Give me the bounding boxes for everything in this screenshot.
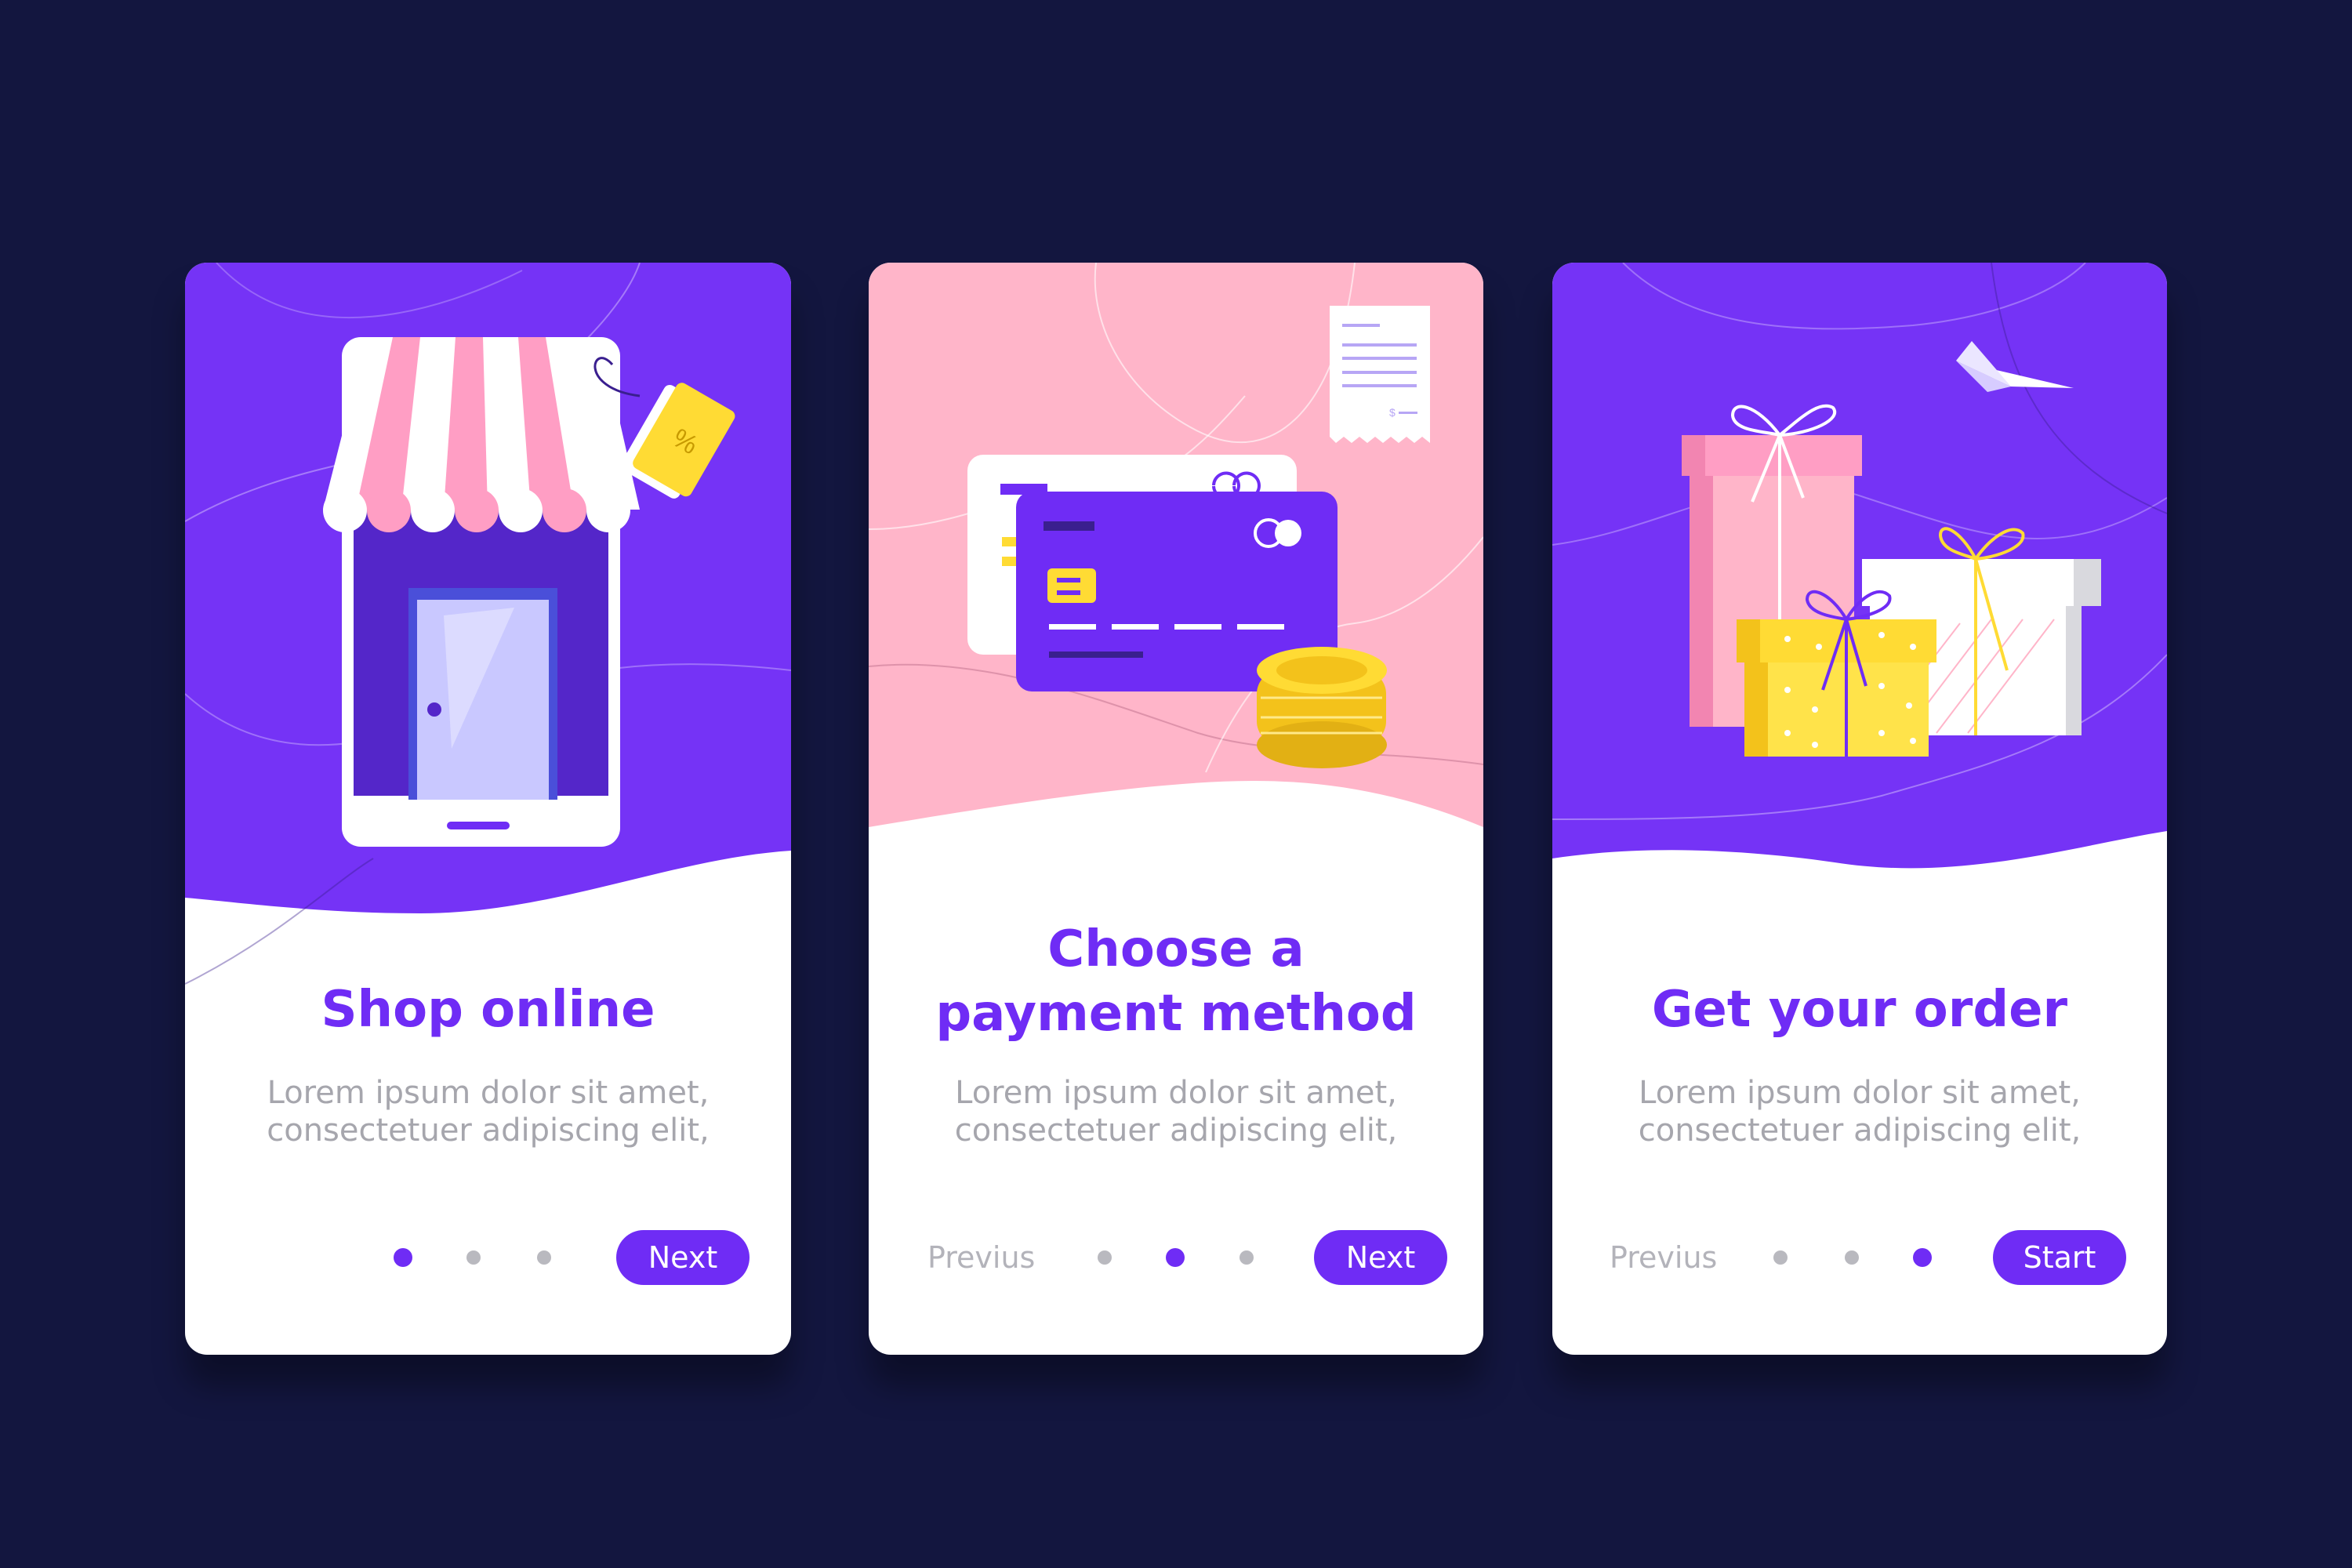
description-text: Lorem ipsum dolor sit amet, consectetuer… — [954, 1075, 1398, 1149]
onboarding-card-shop-online: % Shop online Lorem ipsum dolor sit amet… — [185, 263, 791, 1355]
onboarding-card-payment: $ Choose a payment method Lorem ipsum do… — [869, 263, 1483, 1355]
page-dot[interactable] — [1773, 1250, 1788, 1265]
page-dot-active[interactable] — [1166, 1248, 1185, 1267]
start-button[interactable]: Start — [1993, 1230, 2126, 1285]
hero-background — [1552, 263, 2167, 869]
hero-background: $ — [869, 263, 1483, 827]
page-dot[interactable] — [1240, 1250, 1254, 1265]
page-dot[interactable] — [537, 1250, 551, 1265]
page-dot[interactable] — [466, 1250, 481, 1265]
page-dot-active[interactable] — [1913, 1248, 1932, 1267]
receipt-icon: $ — [1330, 306, 1430, 443]
hero-background: % — [185, 263, 791, 985]
page-dot[interactable] — [1845, 1250, 1859, 1265]
coins-icon — [1257, 647, 1387, 768]
page-title: Shop online — [321, 981, 655, 1039]
page-title: Get your order — [1651, 981, 2068, 1039]
description-text: Lorem ipsum dolor sit amet, consectetuer… — [1638, 1075, 2082, 1149]
next-button[interactable]: Next — [616, 1230, 750, 1285]
page-dot-active[interactable] — [394, 1248, 412, 1267]
page-dot[interactable] — [1098, 1250, 1112, 1265]
next-button[interactable]: Next — [1314, 1230, 1447, 1285]
page-title: Choose a payment method — [935, 920, 1417, 1043]
description-text: Lorem ipsum dolor sit amet, consectetuer… — [267, 1075, 710, 1149]
svg-text:$: $ — [1389, 406, 1396, 419]
previous-button[interactable]: Previus — [927, 1238, 1035, 1277]
onboarding-card-get-order: Get your order Lorem ipsum dolor sit ame… — [1552, 263, 2167, 1355]
previous-button[interactable]: Previus — [1610, 1238, 1717, 1277]
